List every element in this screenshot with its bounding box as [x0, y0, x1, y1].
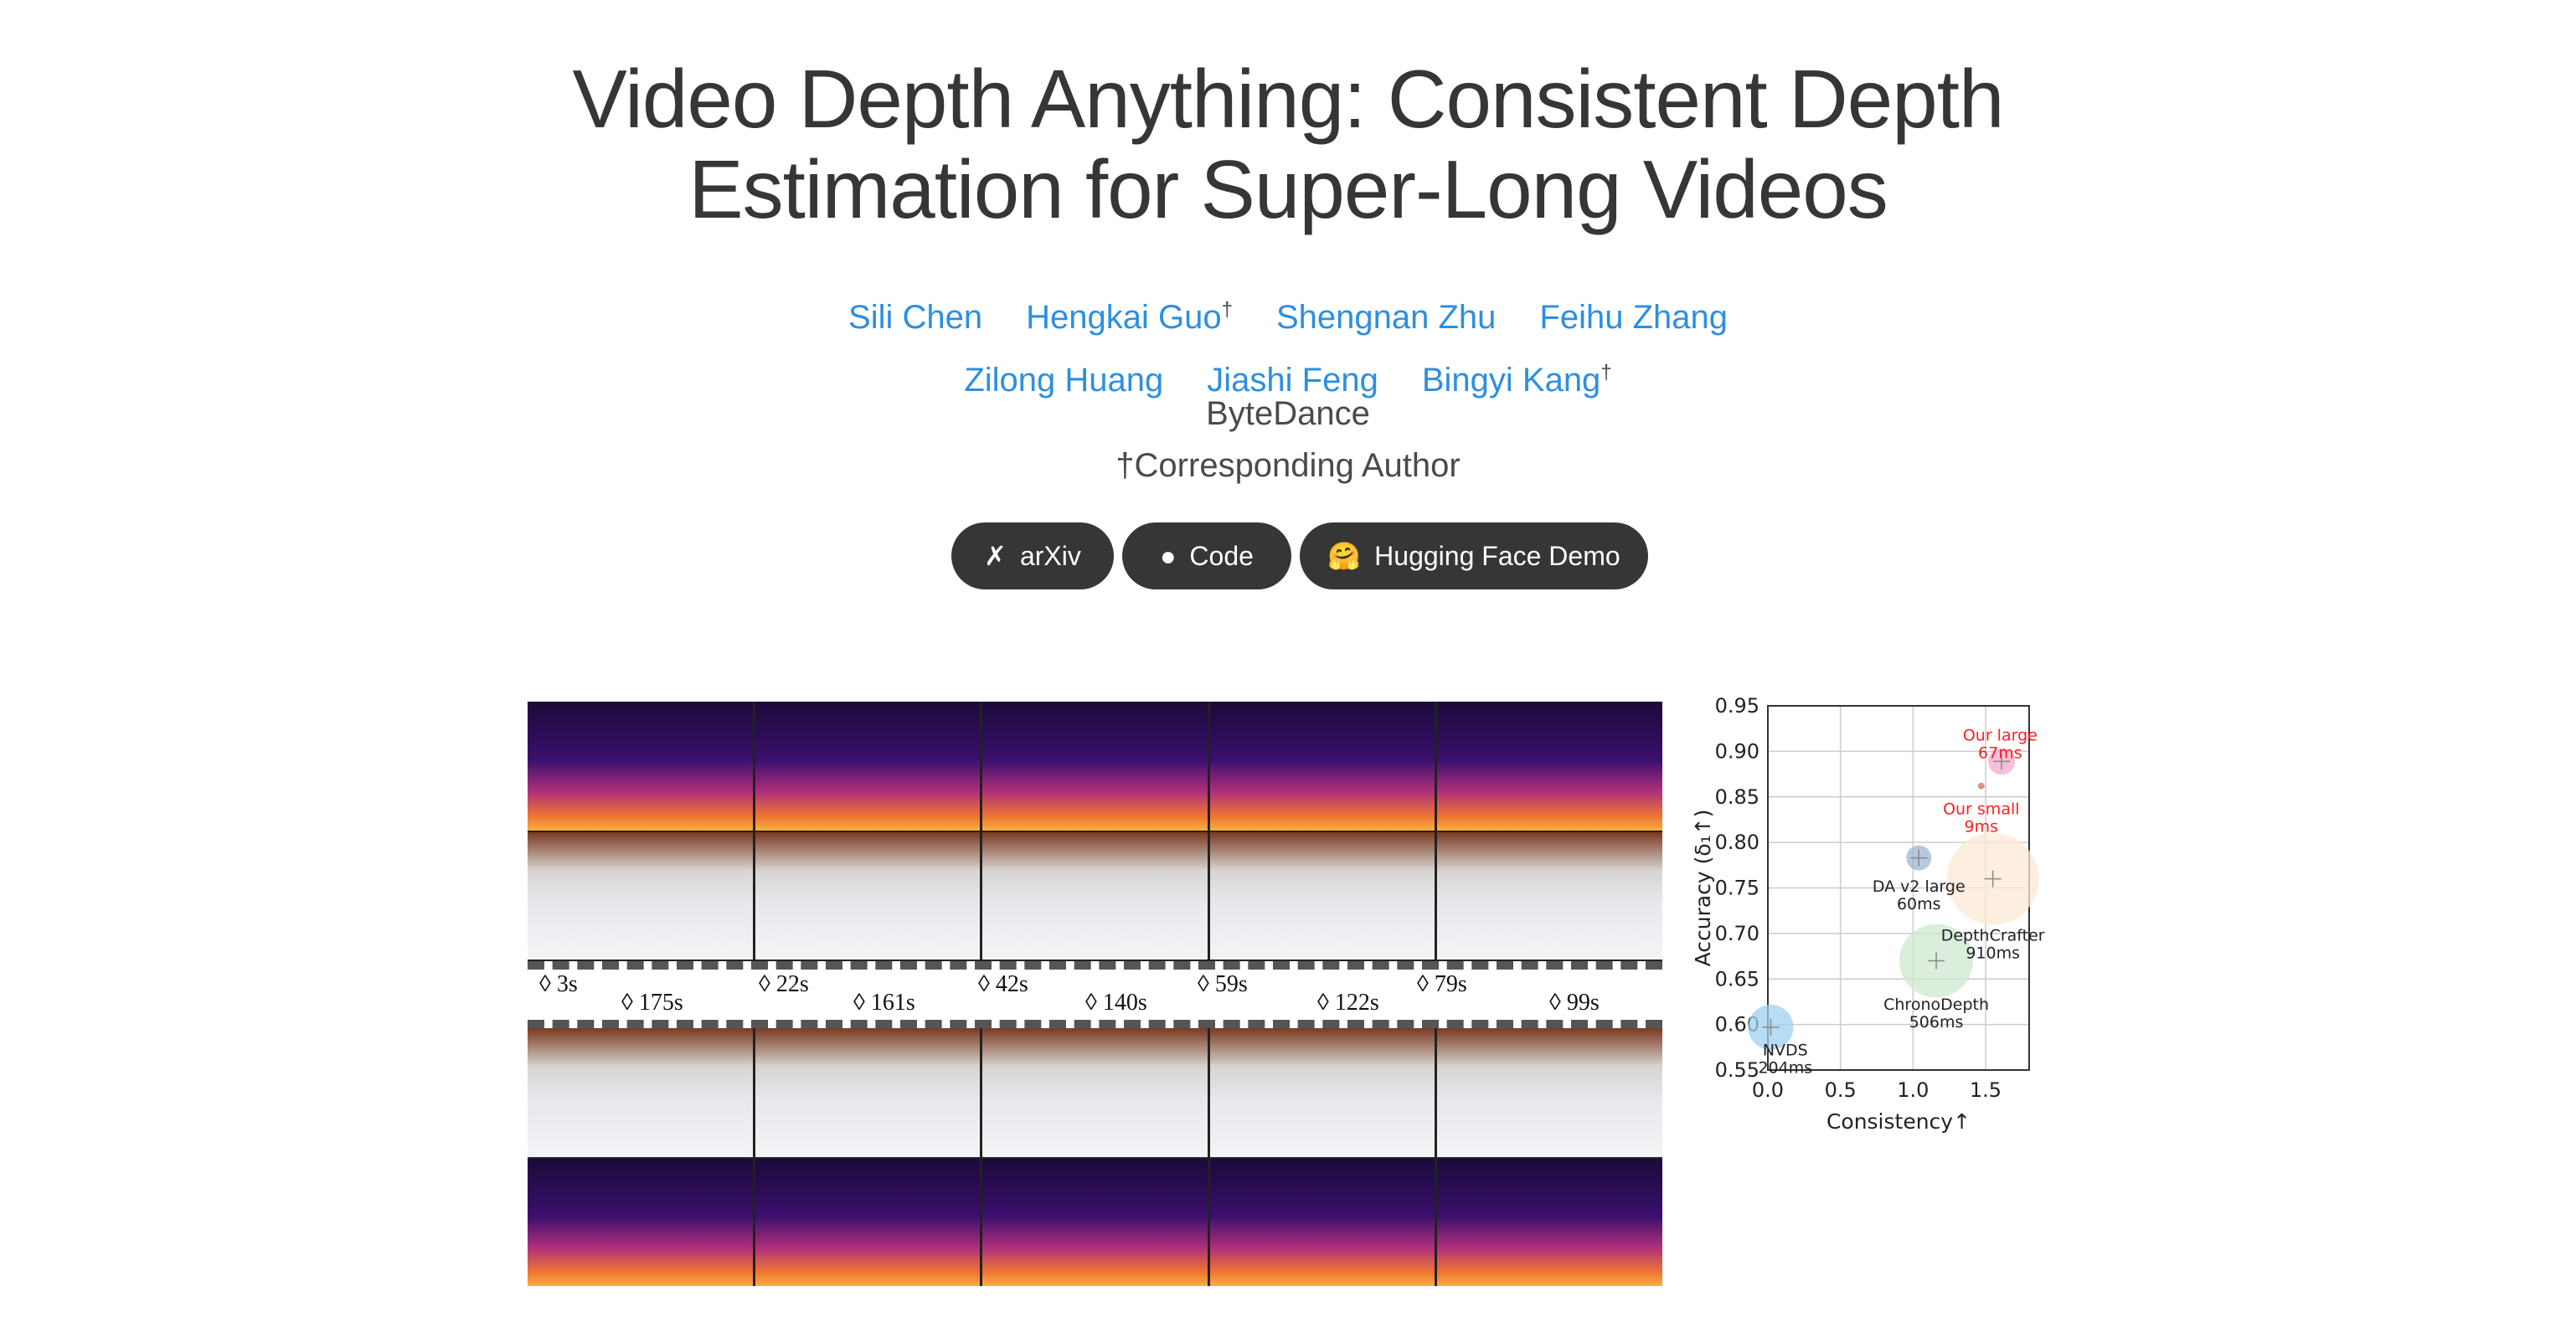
affiliation: ByteDance — [1206, 395, 1370, 432]
point-label: ChronoDepth — [1883, 996, 1989, 1014]
depth-frame — [1437, 1159, 1662, 1286]
video-frame — [755, 832, 981, 960]
x-tick-label: 1.5 — [1970, 1078, 2002, 1102]
timestamp-label: ◊ 175s — [621, 990, 683, 1016]
depth-frame — [1209, 1159, 1435, 1286]
y-tick-label: 0.65 — [1715, 967, 1759, 991]
point-latency: 9ms — [1965, 817, 1999, 836]
x-tick-label: 0.0 — [1752, 1078, 1784, 1102]
author-list: Sili Chen Hengkai Guo† Shengnan Zhu Feihu Z… — [0, 283, 2576, 408]
point-label: DepthCrafter — [1941, 927, 2045, 945]
timestamp-label: ◊ 59s — [1198, 971, 1248, 997]
github-icon: ● — [1160, 540, 1177, 571]
x-tick-label: 0.5 — [1825, 1078, 1857, 1102]
video-frame — [1437, 1028, 1662, 1157]
depth-row-top — [528, 702, 1662, 831]
code-button[interactable]: ● Code — [1122, 522, 1291, 589]
timestamp-label: ◊ 122s — [1317, 990, 1379, 1016]
author-link[interactable]: Shengnan Zhu — [1276, 299, 1496, 336]
depth-frame — [1209, 702, 1435, 831]
depth-frame — [982, 1159, 1208, 1286]
timestamp-label: ◊ 22s — [759, 971, 809, 997]
depth-frame — [528, 702, 753, 831]
arxiv-button[interactable]: ✗ arXiv — [951, 522, 1114, 589]
y-tick-label: 0.90 — [1715, 739, 1759, 763]
data-point — [1977, 782, 1985, 790]
author-link[interactable]: Hengkai Guo† — [1026, 299, 1233, 336]
timestamp-label: ◊ 79s — [1417, 971, 1467, 997]
author-link[interactable]: Sili Chen — [848, 299, 982, 336]
point-label: NVDS — [1763, 1042, 1808, 1060]
depth-frame — [755, 702, 981, 831]
point-latency: 67ms — [1978, 744, 2022, 762]
point-latency: 506ms — [1909, 1013, 1964, 1032]
x-tick-label: 1.0 — [1897, 1078, 1929, 1102]
video-frames-figure: ◊ 3s ◊ 22s ◊ 42s ◊ 59s ◊ 79s ◊ 175s ◊ 161s ◊ 14… — [528, 702, 1662, 1286]
timestamp-label: ◊ 140s — [1085, 990, 1147, 1016]
hugging-face-icon: 🤗 — [1327, 541, 1362, 571]
point-latency: 60ms — [1897, 895, 1941, 913]
timestamp-label: ◊ 99s — [1549, 990, 1600, 1016]
y-tick-label: 0.80 — [1715, 831, 1759, 854]
timestamp-label: ◊ 3s — [539, 971, 578, 997]
video-frame — [1209, 1028, 1435, 1157]
arxiv-icon: ✗ — [984, 541, 1007, 571]
video-frame — [755, 1028, 981, 1157]
timestamp-label: ◊ 161s — [853, 990, 915, 1016]
title-line-1: Video Depth Anything: Consistent Depth — [572, 53, 2004, 145]
depth-frame — [755, 1159, 981, 1286]
accuracy-consistency-scatter: 0.550.600.650.700.750.800.850.900.950.0 0… — [1691, 694, 2045, 1134]
point-latency: 204ms — [1758, 1059, 1812, 1078]
point-label: Our small — [1943, 800, 2019, 818]
y-tick-label: 0.75 — [1715, 877, 1759, 900]
author-link[interactable]: Jiashi Feng — [1207, 362, 1378, 399]
author-link[interactable]: Bingyi Kang† — [1422, 361, 1612, 398]
depth-frame — [1437, 702, 1662, 831]
author-link[interactable]: Zilong Huang — [964, 362, 1163, 399]
video-frame — [982, 832, 1208, 960]
video-frame — [982, 1028, 1208, 1157]
corresponding-note: †Corresponding Author — [1115, 447, 1461, 484]
hugging-face-demo-button[interactable]: 🤗 Hugging Face Demo — [1300, 522, 1648, 589]
y-tick-label: 0.85 — [1715, 785, 1759, 809]
x-axis-label: Consistency↑ — [1826, 1109, 1971, 1134]
depth-frame — [982, 702, 1208, 831]
author-link[interactable]: Feihu Zhang — [1539, 299, 1728, 336]
timestamp-label: ◊ 42s — [978, 971, 1028, 997]
point-label: Our large — [1963, 726, 2038, 744]
page-title: Video Depth Anything: Consistent Depth Es… — [0, 54, 2576, 234]
y-tick-label: 0.95 — [1715, 694, 1759, 718]
point-label: DA v2 large — [1873, 877, 1965, 896]
video-frame — [1209, 832, 1435, 960]
depth-frame — [528, 1159, 753, 1286]
y-tick-label: 0.70 — [1715, 922, 1759, 945]
rgb-row-bottom — [528, 1028, 1662, 1157]
y-axis-label: Accuracy (δ₁↑) — [1691, 810, 1715, 967]
video-frame — [528, 832, 753, 960]
timeline-filmstrip: ◊ 3s ◊ 22s ◊ 42s ◊ 59s ◊ 79s ◊ 175s ◊ 161s ◊ 14… — [528, 961, 1662, 1028]
depth-row-bottom — [528, 1159, 1662, 1286]
video-frame — [528, 1028, 753, 1157]
video-frame — [1437, 832, 1662, 960]
point-latency: 910ms — [1965, 944, 2020, 963]
rgb-row-top — [528, 832, 1662, 960]
title-line-2: Estimation for Super-Long Videos — [688, 143, 1888, 235]
